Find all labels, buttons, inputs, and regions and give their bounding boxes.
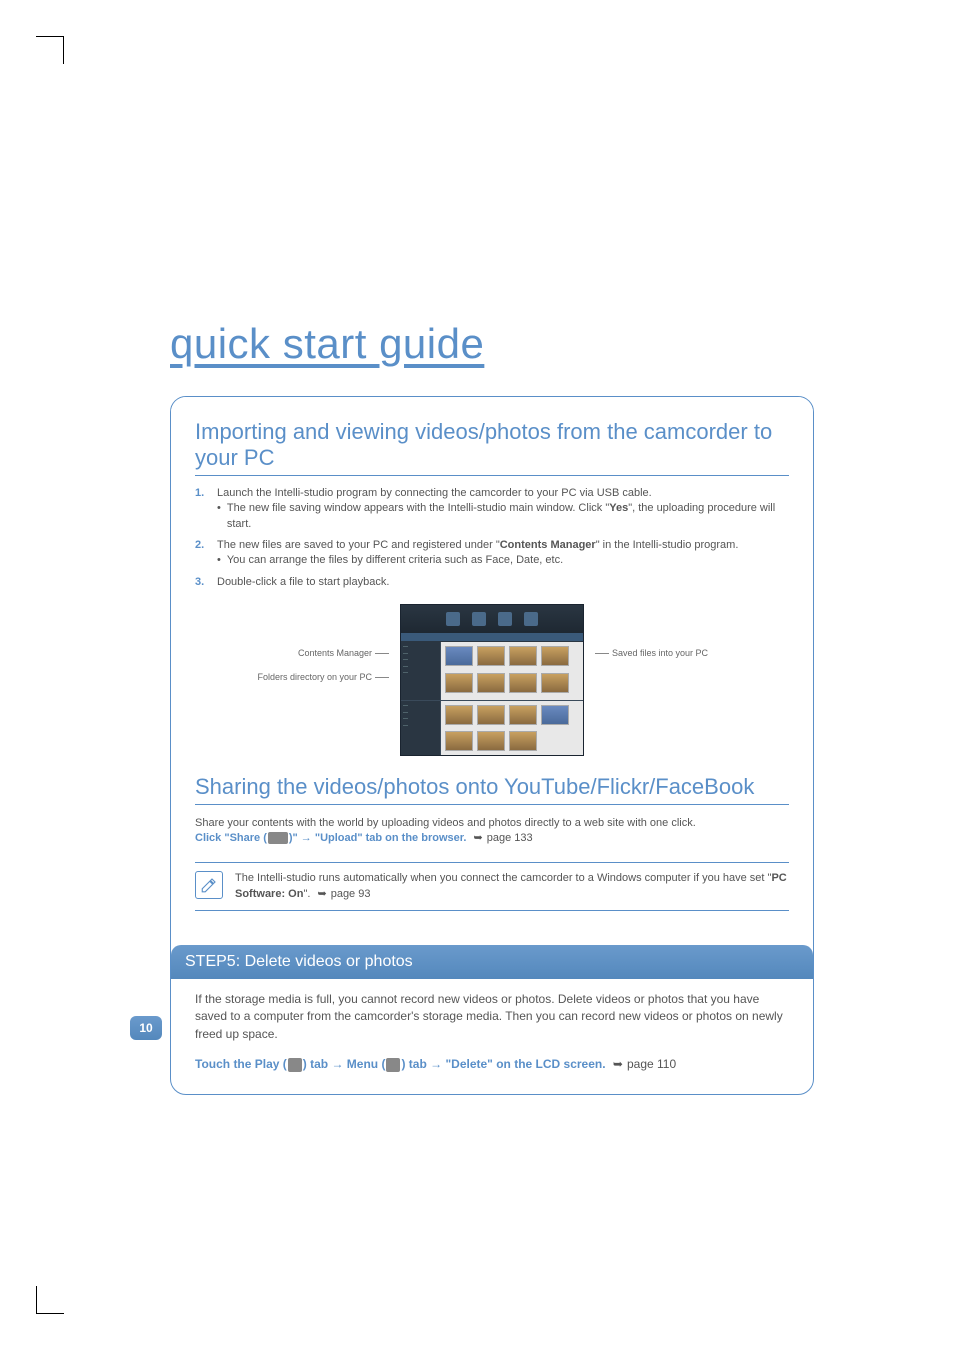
step-2: 2. The new files are saved to your PC an…	[195, 538, 789, 569]
app-thumbnails-upper	[441, 642, 583, 700]
play-tab-icon	[288, 1058, 302, 1072]
page-ref: page 110	[609, 1057, 676, 1071]
import-steps: 1. Launch the Intelli-studio program by …	[195, 486, 789, 590]
step-number: 3.	[195, 575, 209, 590]
pencil-icon	[195, 871, 223, 899]
app-sidebar-lower: ————	[401, 701, 441, 756]
del-b: ) tab → Menu (	[303, 1057, 386, 1071]
fig-label-cm: Contents Manager	[298, 648, 372, 658]
step-3: 3. Double-click a file to start playback…	[195, 575, 789, 590]
step-pre: The new files are saved to your PC and r…	[217, 539, 500, 551]
app-thumbnails-lower	[441, 701, 583, 756]
share-heading: Sharing the videos/photos onto YouTube/F…	[195, 774, 789, 804]
app-nav-icon	[472, 612, 486, 626]
fig-label-saved: Saved files into your PC	[612, 648, 708, 658]
import-section: Importing and viewing videos/photos from…	[171, 397, 813, 935]
fig-label-folders: Folders directory on your PC	[257, 672, 372, 682]
app-sidebar: —————	[401, 642, 441, 700]
del-c: ) tab → "Delete" on the LCD screen.	[401, 1057, 605, 1071]
share-instr-mid: )" → "Upload" tab on the browser.	[289, 832, 467, 844]
page-number: 10	[130, 1016, 162, 1040]
step-number: 2.	[195, 538, 209, 569]
step-2-sub: • You can arrange the files by different…	[217, 553, 738, 568]
page-ref: page 93	[313, 888, 370, 900]
app-nav-icon	[446, 612, 460, 626]
note-pre: The Intelli-studio runs automatically wh…	[235, 872, 771, 884]
sub-bold: Yes	[609, 502, 628, 514]
step-1-sub: • The new file saving window appears wit…	[217, 501, 789, 532]
page-ref: page 133	[470, 832, 533, 844]
share-instr-pre: Click "Share (	[195, 832, 267, 844]
step5-header: STEP5: Delete videos or photos	[171, 945, 813, 979]
bullet-icon: •	[217, 501, 221, 532]
chapter-title: quick start guide	[170, 320, 814, 368]
app-screenshot: ————— ————	[400, 604, 584, 756]
step5-text: If the storage media is full, you cannot…	[195, 991, 789, 1043]
content-box: Importing and viewing videos/photos from…	[170, 396, 814, 1095]
step-text: Launch the Intelli-studio program by con…	[217, 487, 652, 499]
page-content: quick start guide Importing and viewing …	[0, 0, 954, 1350]
sub-text: You can arrange the files by different c…	[227, 553, 563, 568]
app-nav-icon	[524, 612, 538, 626]
step-post: " in the Intelli-studio program.	[596, 539, 739, 551]
note-text: The Intelli-studio runs automatically wh…	[235, 871, 789, 902]
step5-body: If the storage media is full, you cannot…	[171, 979, 813, 1094]
del-a: Touch the Play (	[195, 1057, 287, 1071]
app-figure: Contents Manager Folders directory on yo…	[195, 604, 789, 756]
share-instruction: Click "Share ( )" → "Upload" tab on the b…	[195, 831, 789, 844]
note-box: The Intelli-studio runs automatically wh…	[195, 862, 789, 911]
app-nav-icon	[498, 612, 512, 626]
menu-tab-icon	[386, 1058, 400, 1072]
step-number: 1.	[195, 486, 209, 532]
bullet-icon: •	[217, 553, 221, 568]
step-1: 1. Launch the Intelli-studio program by …	[195, 486, 789, 532]
figure-labels-left: Contents Manager Folders directory on yo…	[222, 604, 392, 682]
delete-instruction: Touch the Play ( ) tab → Menu ( ) tab → "D…	[195, 1057, 789, 1072]
figure-labels-right: Saved files into your PC	[592, 604, 762, 658]
step-bold: Contents Manager	[500, 539, 596, 551]
share-icon	[268, 832, 288, 844]
sub-pre: The new file saving window appears with …	[227, 502, 609, 514]
step-text: Double-click a file to start playback.	[217, 576, 389, 588]
note-post: ".	[303, 888, 310, 900]
import-heading: Importing and viewing videos/photos from…	[195, 419, 789, 476]
share-body: Share your contents with the world by up…	[195, 815, 789, 832]
